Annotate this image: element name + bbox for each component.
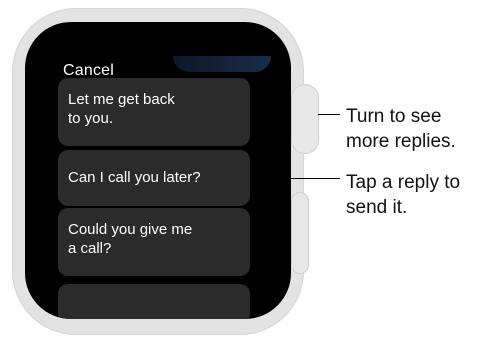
- reply-callout: Tap a reply to send it.: [346, 172, 461, 218]
- crown-leader-line: [318, 114, 340, 115]
- reply-option-get-back[interactable]: Let me get back to you.: [58, 78, 250, 146]
- digital-crown[interactable]: [291, 84, 319, 154]
- reply-option-next[interactable]: [58, 284, 250, 319]
- crown-callout: Turn to see more replies.: [346, 106, 456, 152]
- reply-option-call-later[interactable]: Can I call you later?: [58, 150, 250, 206]
- watch-screen: Cancel Let me get back to you. Can I cal…: [25, 22, 291, 319]
- status-gloss: [173, 56, 271, 72]
- diagram-stage: Cancel Let me get back to you. Can I cal…: [0, 0, 491, 337]
- side-button[interactable]: [291, 192, 309, 274]
- reply-leader-line: [256, 178, 340, 179]
- reply-option-give-call[interactable]: Could you give me a call?: [58, 208, 250, 276]
